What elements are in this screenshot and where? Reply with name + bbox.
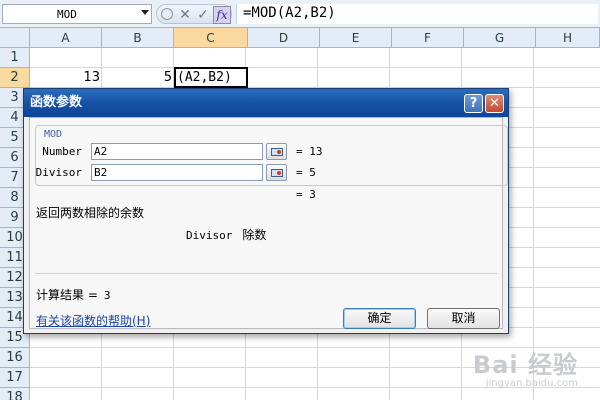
divisor-label: Divisor [35, 166, 82, 179]
insert-function-button[interactable]: fx [213, 6, 231, 24]
formula-input[interactable]: =MOD(A2,B2) [236, 4, 598, 24]
function-group-label: MOD [42, 129, 65, 140]
separator [35, 273, 497, 274]
divisor-range-picker-button[interactable] [266, 164, 287, 181]
circle-icon [161, 8, 173, 20]
column-header-h[interactable]: H [536, 28, 600, 48]
watermark-brand: Bai 经验 [472, 351, 578, 379]
calculation-result-value: 3 [103, 289, 111, 302]
baidu-jingyan-watermark: Bai 经验 jingyan.baidu.com [473, 345, 578, 389]
column-header-c[interactable]: C [174, 28, 248, 48]
divisor-value: = 5 [296, 166, 316, 179]
help-button[interactable]: ? [464, 94, 483, 113]
row-header-18[interactable]: 18 [0, 388, 30, 400]
watermark-url: jingyan.baidu.com [485, 378, 578, 389]
column-header-g[interactable]: G [464, 28, 536, 48]
row-header-16[interactable]: 16 [0, 348, 30, 368]
column-header-a[interactable]: A [30, 28, 102, 48]
calculation-result: 计算结果 = 3 [36, 286, 111, 303]
range-select-icon [271, 148, 283, 156]
number-range-picker-button[interactable] [266, 143, 287, 160]
column-header-b[interactable]: B [102, 28, 174, 48]
dialog-title[interactable]: 函数参数 [24, 89, 508, 117]
select-all-corner[interactable] [0, 28, 30, 48]
name-box-dropdown-icon[interactable] [141, 10, 149, 15]
formula-bar: MOD ✕ ✓ fx =MOD(A2,B2) [0, 0, 600, 28]
formula-buttons: ✕ ✓ fx [156, 4, 232, 24]
name-box[interactable]: MOD [2, 4, 152, 24]
number-value: = 13 [296, 145, 323, 158]
argument-description-name: Divisor [186, 229, 233, 242]
function-help-link[interactable]: 有关该函数的帮助(H) [36, 312, 150, 329]
column-header-f[interactable]: F [392, 28, 464, 48]
column-header-d[interactable]: D [248, 28, 320, 48]
formula-result-preview: = 3 [296, 188, 316, 201]
cell-b2[interactable]: 5 [102, 68, 174, 88]
dialog-body: MOD Number A2 = 13 Divisor B2 = 5 = 3 返回… [29, 117, 508, 329]
argument-description: Divisor 除数 [186, 226, 266, 243]
cancel-button[interactable]: 取消 [427, 308, 500, 329]
argument-description-text: 除数 [242, 228, 267, 242]
cancel-formula-button[interactable]: ✕ [177, 7, 193, 23]
row-header-1[interactable]: 1 [0, 48, 30, 68]
cell-a2[interactable]: 13 [30, 68, 102, 88]
number-label: Number [42, 145, 82, 158]
number-input[interactable]: A2 [91, 143, 263, 160]
cell-c2-active[interactable]: (A2,B2) [174, 67, 248, 88]
function-arguments-dialog: 函数参数 ? ✕ MOD Number A2 = 13 Divisor B2 =… [23, 88, 509, 334]
divisor-input[interactable]: B2 [91, 164, 263, 181]
column-header-e[interactable]: E [320, 28, 392, 48]
row-header-17[interactable]: 17 [0, 368, 30, 388]
ok-button[interactable]: 确定 [343, 308, 416, 329]
close-button[interactable]: ✕ [485, 94, 504, 113]
function-description: 返回两数相除的余数 [36, 206, 145, 220]
enter-formula-button[interactable]: ✓ [195, 7, 211, 23]
row-header-2[interactable]: 2 [0, 68, 30, 88]
range-select-icon [271, 169, 283, 177]
calculation-result-label: 计算结果 = [36, 288, 98, 302]
